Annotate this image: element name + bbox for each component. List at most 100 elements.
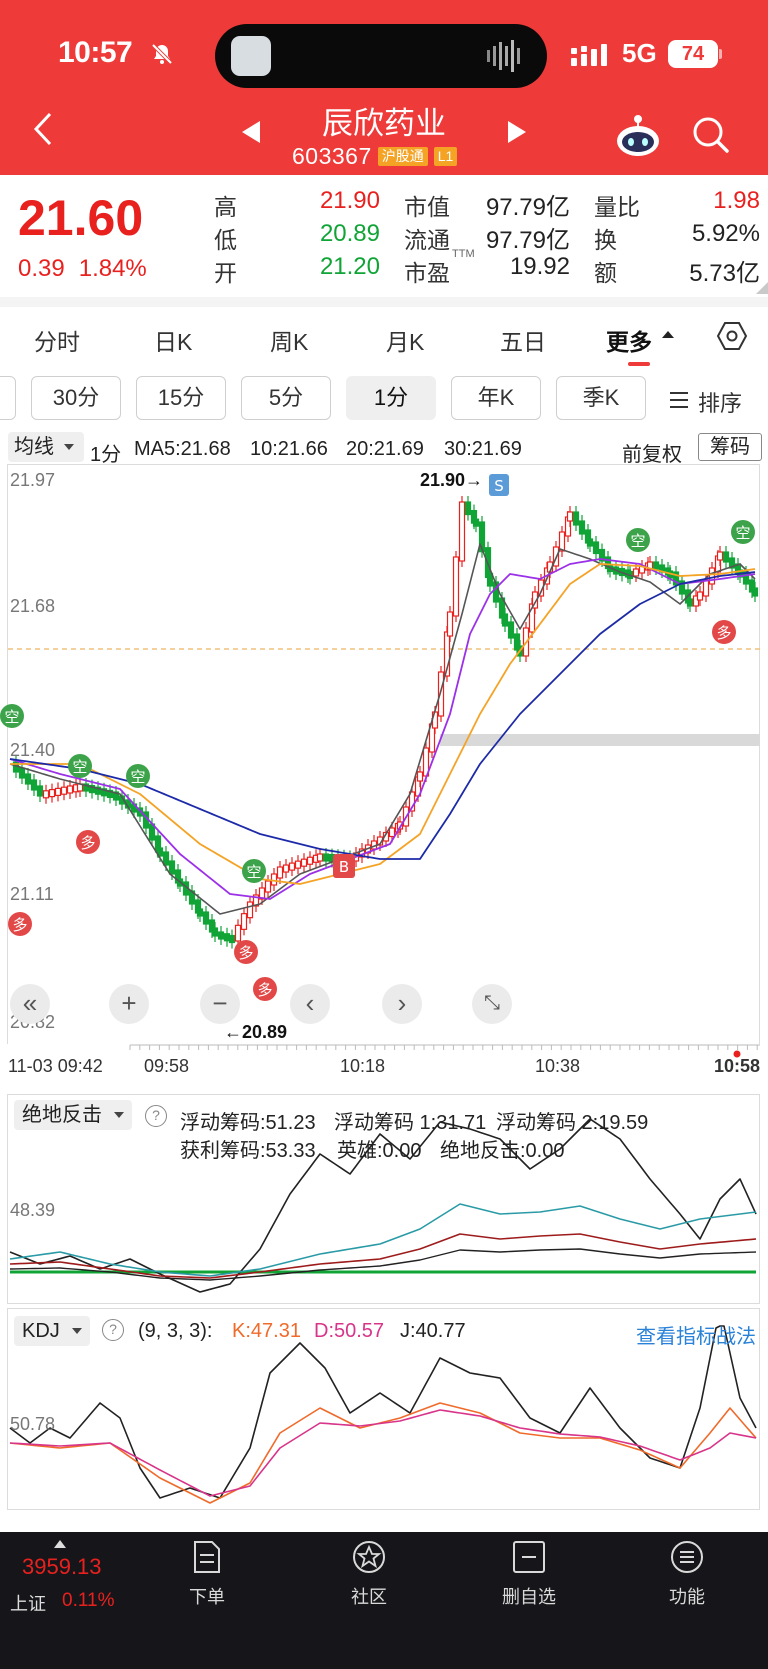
signal-duo-badge-text: 多 (257, 981, 272, 999)
tab-intraday[interactable]: 分时 (34, 323, 80, 357)
tag-hk-connect: 沪股通 (377, 147, 428, 166)
period-5min[interactable]: 5分 (241, 376, 331, 420)
signal-kong-badge-text: 空 (130, 768, 145, 786)
list-sort-icon (670, 392, 688, 413)
tab-more[interactable]: 更多 (606, 323, 652, 357)
period-quarterly-k[interactable]: 季K (556, 376, 646, 420)
float-chips-1-value: 浮动筹码 1:31.71 (334, 1112, 487, 1134)
active-tab-underline (628, 362, 650, 366)
kline-chart[interactable]: 空空空空空 空多多多多多SB (0, 464, 768, 1044)
stock-code: 603367 (292, 143, 372, 169)
candle-body (168, 860, 176, 875)
zoom-out-icon[interactable]: − (200, 984, 240, 1024)
candle-body (501, 613, 509, 627)
dropdown-caret-icon (72, 1328, 82, 1334)
change-percent: 1.84% (78, 255, 147, 282)
adjust-mode[interactable]: 前复权 (622, 438, 682, 467)
stat-value: 20.89 (319, 220, 380, 247)
sell-signal-text: S (494, 477, 504, 495)
time-axis: 11-03 09:42 09:58 10:18 10:38 10:58 (0, 1044, 768, 1092)
kdj-d-value: D:50.57 (314, 1320, 385, 1342)
stat-value: 1.98 (713, 187, 760, 214)
tab-five-day[interactable]: 五日 (500, 323, 546, 357)
signal-duo-badge-text: 多 (80, 834, 95, 852)
candle-body (446, 611, 454, 637)
nav-functions-label: 功能 (669, 1587, 705, 1607)
settings-hexagon-icon[interactable] (717, 321, 747, 351)
candle-body (306, 856, 314, 865)
ai-assistant-robot-icon[interactable] (615, 113, 661, 157)
tab-monthly-k[interactable]: 月K (386, 323, 424, 357)
period-15min[interactable]: 15分 (136, 376, 226, 420)
nav-remove-label: 删自选 (502, 1587, 556, 1607)
candle-body (211, 927, 219, 937)
stat-label: 高 (214, 194, 237, 220)
candle-body (282, 864, 290, 873)
chart-period-tabs: 分时 日K 周K 月K 五日 更多 (0, 307, 768, 367)
tab-weekly-k[interactable]: 周K (270, 323, 308, 357)
candle-body (702, 579, 710, 597)
candle-body (300, 858, 308, 867)
chips-button[interactable]: 筹码 (698, 433, 762, 461)
stat-value: 97.79亿 (485, 194, 570, 221)
nav-remove-watchlist[interactable]: 删自选 (484, 1540, 574, 1609)
rewind-fast-icon[interactable]: « (10, 984, 50, 1024)
candle-body (566, 511, 574, 522)
candle-body (202, 911, 210, 925)
indicator-select-ma[interactable]: 均线 (8, 432, 84, 462)
signal-kong-badge-text: 空 (4, 708, 19, 726)
time-label: 10:58 (714, 1056, 761, 1076)
ma-period: 1分 (90, 444, 122, 466)
fullscreen-icon[interactable]: ⤡ (472, 984, 512, 1024)
nav-community[interactable]: 社区 (324, 1540, 414, 1609)
zoom-in-icon[interactable]: + (109, 984, 149, 1024)
stat-value: 97.79亿 (485, 227, 570, 254)
period-1min[interactable]: 1分 (346, 376, 436, 420)
ma10-line (9, 558, 756, 900)
header: 10:57 5G 74 辰欣药业 603367 沪股通 L1 (0, 0, 768, 175)
candle-body (751, 587, 759, 597)
nav-functions[interactable]: 功能 (642, 1540, 732, 1609)
ma-select-label: 均线 (14, 436, 54, 458)
next-stock-icon[interactable] (508, 121, 526, 143)
candle-body (234, 924, 242, 942)
candle-body (458, 501, 466, 562)
index-up-arrow-icon (54, 1540, 66, 1548)
signal-duo-badge-text: 多 (238, 944, 253, 962)
scroll-right-icon[interactable]: › (382, 984, 422, 1024)
period-yearly-k[interactable]: 年K (451, 376, 541, 420)
stat-label: 市盈 (404, 260, 450, 286)
indicator-strategy-link[interactable]: 查看指标战法 (636, 1320, 756, 1349)
candle-body (558, 531, 566, 552)
period-button-hidden[interactable] (0, 376, 16, 420)
tab-daily-k[interactable]: 日K (154, 323, 192, 357)
stat-label: 量比 (594, 194, 640, 220)
more-stats-indicator[interactable] (756, 282, 768, 294)
nav-order[interactable]: 下单 (162, 1540, 252, 1609)
high-price-marker: 21.90→ (420, 470, 484, 490)
help-icon[interactable]: ? (102, 1319, 124, 1341)
period-30min[interactable]: 30分 (31, 376, 121, 420)
candle-body (54, 787, 62, 796)
candle-body (24, 773, 32, 785)
candle-body (696, 591, 704, 601)
stat-label: 换 (594, 227, 617, 253)
kdj-params: (9, 3, 3): (138, 1320, 213, 1342)
sort-button[interactable]: 排序 (670, 386, 742, 418)
indicator-select-jdfj[interactable]: 绝地反击 (14, 1100, 132, 1130)
y-axis-label: 21.97 (10, 470, 56, 490)
search-icon[interactable] (692, 116, 730, 154)
candle-body (223, 933, 231, 942)
indicator-select-kdj[interactable]: KDJ (14, 1316, 90, 1346)
scroll-left-icon[interactable]: ‹ (290, 984, 330, 1024)
signal-kong-badge-text: 空 (735, 524, 750, 542)
candle-body (652, 561, 660, 570)
candle-body (246, 901, 254, 919)
float-chips-2-line (9, 1248, 757, 1281)
y-axis-label: 21.11 (10, 884, 54, 904)
time-label: 10:38 (535, 1056, 581, 1076)
stat-value: 21.20 (319, 253, 380, 280)
help-icon[interactable]: ? (145, 1105, 167, 1127)
float-chips-2-value: 浮动筹码 2:19.59 (496, 1112, 649, 1134)
index-value[interactable]: 3959.13 (22, 1554, 102, 1580)
